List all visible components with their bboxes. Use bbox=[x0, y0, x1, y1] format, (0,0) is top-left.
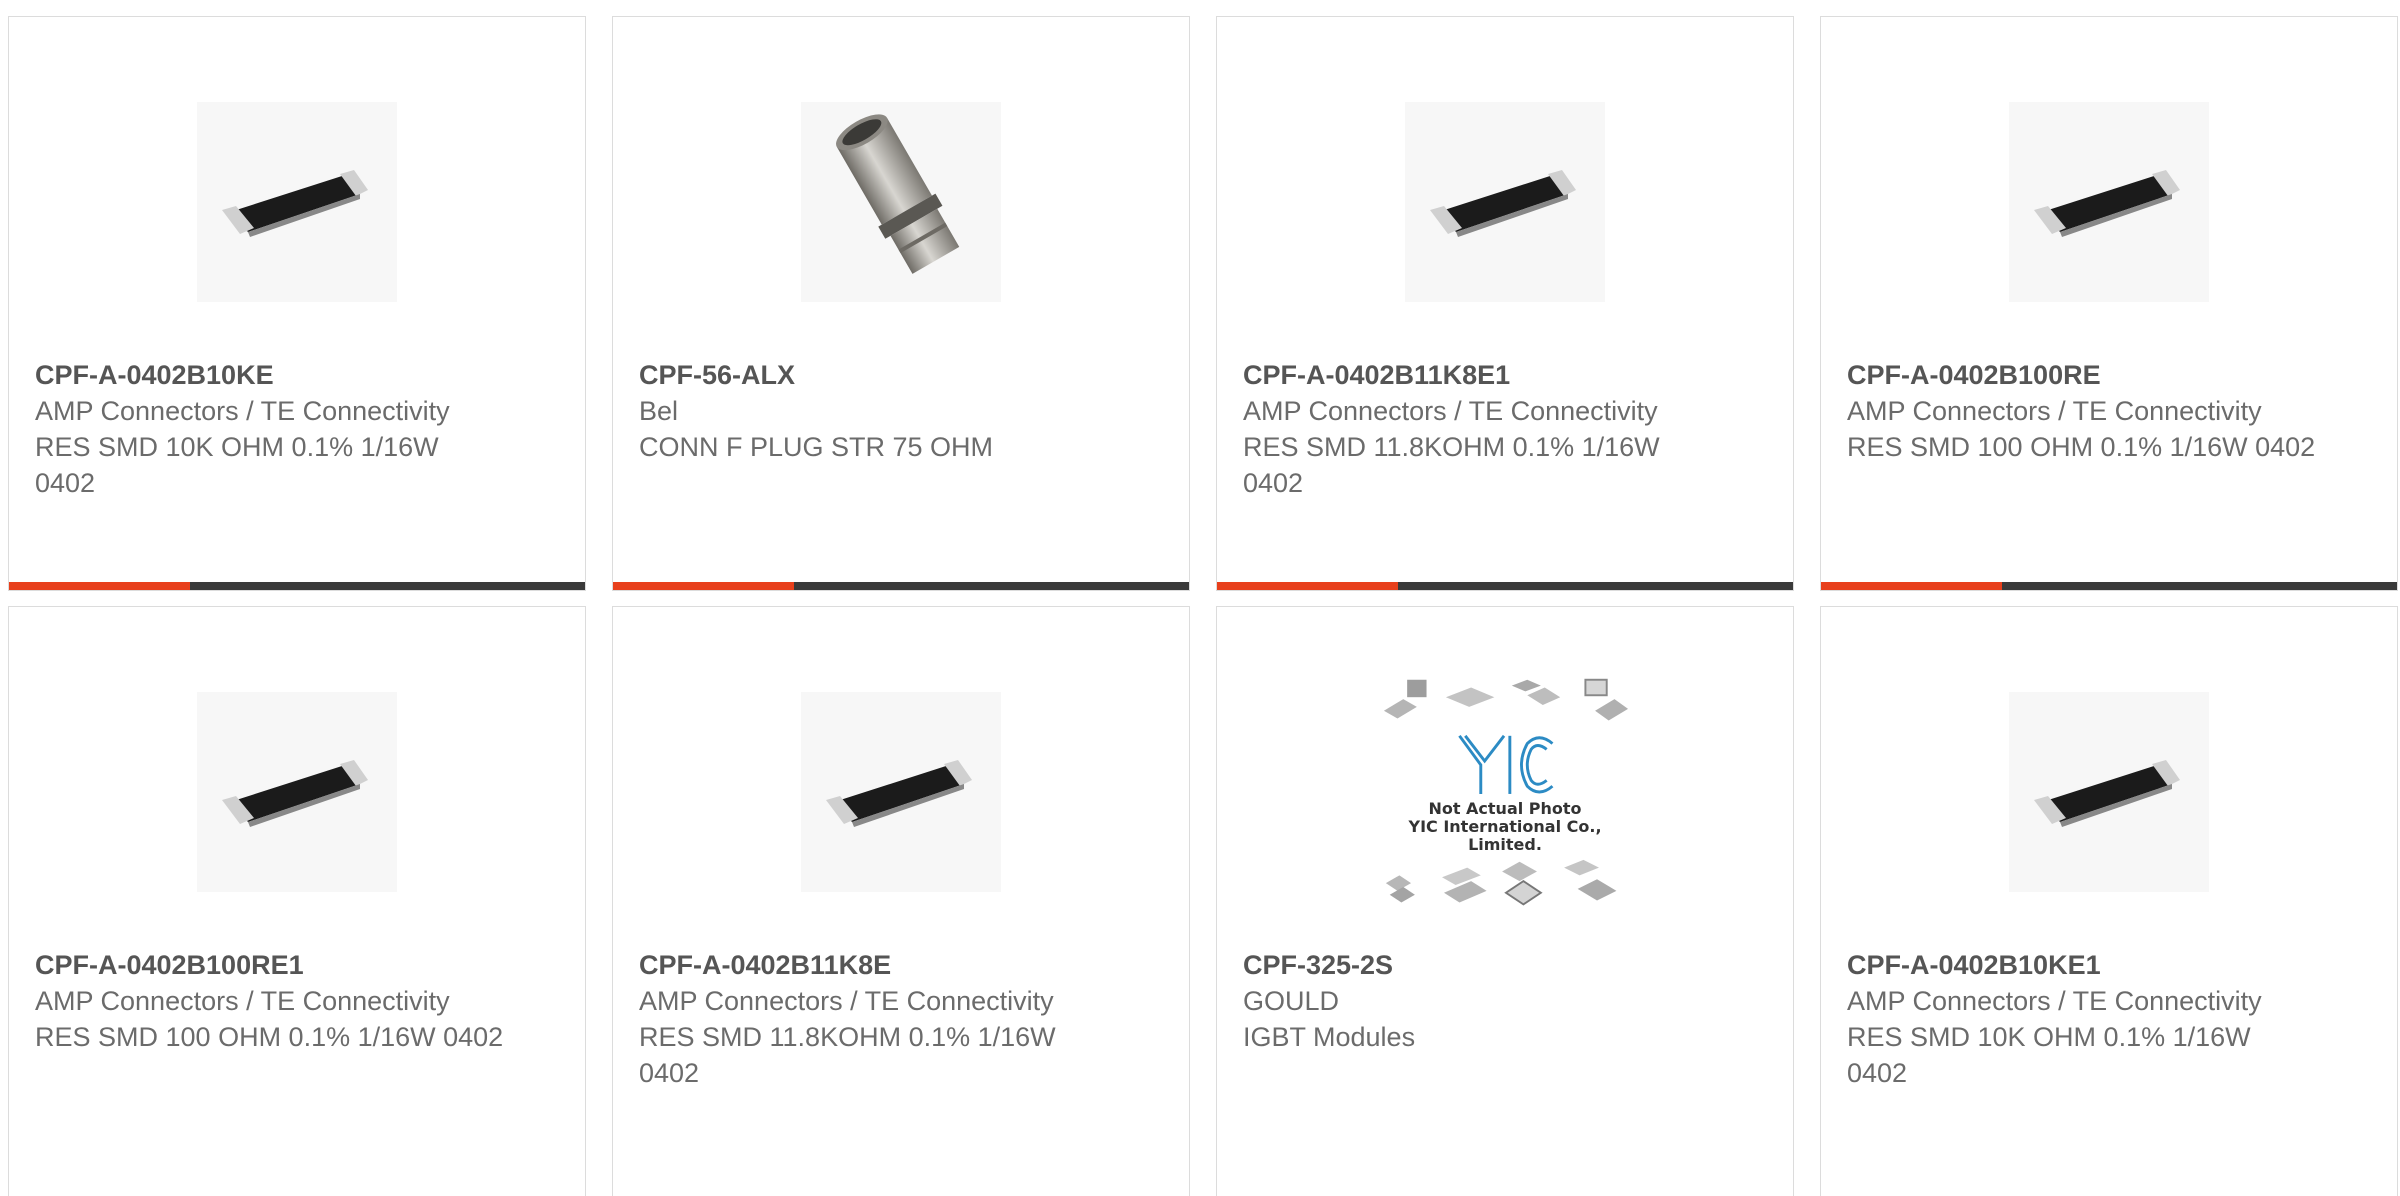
product-description: RES SMD 100 OHM 0.1% 1/16W 0402 bbox=[35, 1022, 504, 1052]
smd-resistor-image bbox=[1405, 102, 1605, 302]
product-image[interactable] bbox=[1217, 77, 1793, 327]
product-card[interactable]: CPF-A-0402B100RE AMP Connectors / TE Con… bbox=[1820, 16, 2398, 591]
placeholder-text-line-2: YIC International Co., Limited. bbox=[1408, 816, 1602, 854]
smd-resistor-image bbox=[197, 102, 397, 302]
product-description: RES SMD 10K OHM 0.1% 1/16W 0402 bbox=[1847, 1022, 2251, 1088]
product-image[interactable] bbox=[1821, 667, 2397, 917]
card-hover-bar bbox=[1821, 582, 2397, 590]
product-description: CONN F PLUG STR 75 OHM bbox=[639, 432, 994, 462]
card-hover-bar-fill bbox=[1217, 582, 1399, 590]
product-description: RES SMD 11.8KOHM 0.1% 1/16W 0402 bbox=[1243, 432, 1660, 498]
product-card[interactable]: CPF-56-ALX Bel CONN F PLUG STR 75 OHM bbox=[612, 16, 1190, 591]
smd-resistor-image bbox=[2009, 102, 2209, 302]
smd-resistor-image bbox=[2009, 692, 2209, 892]
smd-resistor-image bbox=[197, 692, 397, 892]
product-image[interactable] bbox=[613, 77, 1189, 327]
manufacturer-name: AMP Connectors / TE Connectivity bbox=[35, 986, 450, 1016]
product-image[interactable]: Not Actual Photo YIC International Co., … bbox=[1217, 667, 1793, 917]
placeholder-caption: Not Actual Photo YIC International Co., … bbox=[1370, 798, 1640, 854]
part-number-link[interactable]: CPF-56-ALX bbox=[639, 357, 1109, 393]
yic-logo-icon bbox=[1458, 735, 1554, 795]
card-hover-bar bbox=[613, 582, 1189, 590]
product-description: RES SMD 100 OHM 0.1% 1/16W 0402 bbox=[1847, 432, 2316, 462]
product-grid: CPF-A-0402B10KE AMP Connectors / TE Conn… bbox=[8, 16, 2398, 1196]
product-image[interactable] bbox=[9, 77, 585, 327]
manufacturer-name: AMP Connectors / TE Connectivity bbox=[1847, 986, 2262, 1016]
f-connector-image bbox=[801, 102, 1001, 302]
product-card[interactable]: CPF-A-0402B10KE1 AMP Connectors / TE Con… bbox=[1820, 606, 2398, 1196]
manufacturer-name: AMP Connectors / TE Connectivity bbox=[639, 986, 1054, 1016]
product-card[interactable]: CPF-A-0402B100RE1 AMP Connectors / TE Co… bbox=[8, 606, 586, 1196]
product-card[interactable]: Not Actual Photo YIC International Co., … bbox=[1216, 606, 1794, 1196]
card-hover-bar-fill bbox=[613, 582, 795, 590]
product-description: IGBT Modules bbox=[1243, 1022, 1416, 1052]
part-number-link[interactable]: CPF-A-0402B11K8E1 bbox=[1243, 357, 1713, 393]
product-description: RES SMD 11.8KOHM 0.1% 1/16W 0402 bbox=[639, 1022, 1056, 1088]
product-image[interactable] bbox=[1821, 77, 2397, 327]
card-hover-bar bbox=[1217, 582, 1793, 590]
manufacturer-name: GOULD bbox=[1243, 986, 1340, 1016]
manufacturer-name: Bel bbox=[639, 396, 679, 426]
part-number-link[interactable]: CPF-325-2S bbox=[1243, 947, 1713, 983]
manufacturer-name: AMP Connectors / TE Connectivity bbox=[35, 396, 450, 426]
product-card[interactable]: CPF-A-0402B10KE AMP Connectors / TE Conn… bbox=[8, 16, 586, 591]
placeholder-photo-image: Not Actual Photo YIC International Co., … bbox=[1370, 672, 1640, 912]
product-image[interactable] bbox=[9, 667, 585, 917]
product-card[interactable]: CPF-A-0402B11K8E AMP Connectors / TE Con… bbox=[612, 606, 1190, 1196]
placeholder-text-line-1: Not Actual Photo bbox=[1428, 798, 1582, 818]
manufacturer-name: AMP Connectors / TE Connectivity bbox=[1243, 396, 1658, 426]
part-number-link[interactable]: CPF-A-0402B11K8E bbox=[639, 947, 1109, 983]
card-hover-bar-fill bbox=[9, 582, 191, 590]
card-hover-bar bbox=[9, 582, 585, 590]
part-number-link[interactable]: CPF-A-0402B100RE bbox=[1847, 357, 2317, 393]
product-description: RES SMD 10K OHM 0.1% 1/16W 0402 bbox=[35, 432, 439, 498]
part-number-link[interactable]: CPF-A-0402B10KE1 bbox=[1847, 947, 2317, 983]
manufacturer-name: AMP Connectors / TE Connectivity bbox=[1847, 396, 2262, 426]
part-number-link[interactable]: CPF-A-0402B10KE bbox=[35, 357, 505, 393]
part-number-link[interactable]: CPF-A-0402B100RE1 bbox=[35, 947, 505, 983]
card-hover-bar-fill bbox=[1821, 582, 2003, 590]
product-image[interactable] bbox=[613, 667, 1189, 917]
smd-resistor-image bbox=[801, 692, 1001, 892]
product-card[interactable]: CPF-A-0402B11K8E1 AMP Connectors / TE Co… bbox=[1216, 16, 1794, 591]
